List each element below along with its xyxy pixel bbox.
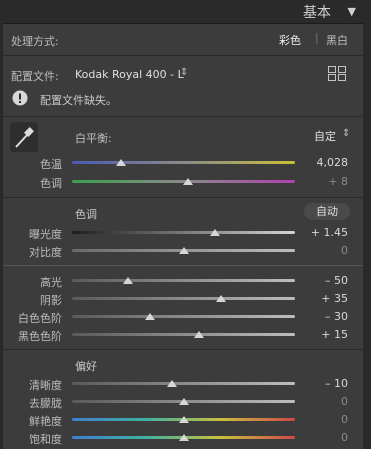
divider [3, 197, 363, 198]
shadows-slider-track[interactable] [72, 297, 295, 300]
slider-label: 去朦胧 [29, 397, 62, 410]
exclamation-circle-icon [12, 90, 28, 106]
exposure-slider-thumb[interactable] [209, 229, 220, 236]
treatment-divider: | [315, 31, 319, 44]
blacks-slider-thumb[interactable] [194, 331, 205, 338]
slider-label: 色温 [40, 158, 62, 171]
dehaze-value[interactable]: 0 [308, 395, 348, 408]
highlights-slider-thumb[interactable] [122, 277, 133, 284]
slider-label: 高光 [40, 276, 62, 289]
panel-title: 基本 [303, 5, 331, 21]
whites-slider-track[interactable] [72, 315, 295, 318]
left-edge [0, 23, 3, 449]
dehaze-slider-thumb[interactable] [178, 398, 189, 405]
profile-label: 配置文件: [11, 70, 59, 83]
up-down-arrows-icon[interactable]: ⇕ [180, 67, 188, 78]
eyedropper-icon [15, 127, 34, 148]
exposure-slider-track[interactable] [72, 231, 295, 234]
clarity-slider-track[interactable] [72, 382, 295, 385]
whites-value[interactable]: – 30 [308, 310, 348, 323]
triangle-down-icon[interactable]: ▼ [348, 5, 356, 18]
divider [3, 55, 363, 56]
slider-label: 对比度 [29, 246, 62, 259]
clarity-slider-thumb[interactable] [167, 380, 178, 387]
treatment-color-button[interactable]: 彩色 [279, 32, 301, 48]
treatment-bw-button[interactable]: 黑白 [326, 32, 348, 48]
tint-slider-thumb[interactable] [182, 178, 193, 185]
slider-label: 阴影 [40, 294, 62, 307]
profile-dropdown[interactable]: Kodak Royal 400 - L [75, 68, 184, 81]
vibrance-slider-thumb[interactable] [178, 416, 189, 423]
presence-section-title: 偏好 [75, 360, 97, 373]
profile-warning: 配置文件缺失。 [40, 94, 117, 107]
divider [3, 349, 363, 350]
right-edge [363, 23, 371, 449]
slider-label: 鲜艳度 [29, 415, 62, 428]
grid-icon[interactable] [328, 66, 346, 81]
wb-label: 白平衡: [75, 132, 112, 145]
tint-value[interactable]: + 8 [308, 175, 348, 188]
tone-section-title: 色调 [75, 208, 97, 221]
slider-label: 白色色阶 [18, 312, 62, 325]
slider-label: 色调 [40, 177, 62, 190]
contrast-value[interactable]: 0 [308, 244, 348, 257]
saturation-slider-thumb[interactable] [178, 434, 189, 441]
exposure-value[interactable]: + 1.45 [308, 226, 348, 239]
panel-header[interactable]: 基本 ▼ [0, 0, 371, 24]
contrast-slider-thumb[interactable] [178, 247, 189, 254]
temp-slider-track[interactable] [72, 161, 295, 164]
shadows-slider-thumb[interactable] [216, 295, 227, 302]
saturation-value[interactable]: 0 [308, 431, 348, 444]
wb-dropdown[interactable]: 自定 [314, 128, 336, 144]
eyedropper-button[interactable] [10, 122, 38, 152]
slider-label: 曝光度 [29, 228, 62, 241]
slider-label: 黑色色阶 [18, 330, 62, 343]
slider-label: 清晰度 [29, 379, 62, 392]
blacks-slider-track[interactable] [72, 333, 295, 336]
whites-slider-thumb[interactable] [145, 313, 156, 320]
blacks-value[interactable]: + 15 [308, 328, 348, 341]
temp-value[interactable]: 4,028 [308, 156, 349, 169]
basic-panel: 基本 ▼ 处理方式: 彩色 | 黑白 配置文件: Kodak Royal 400… [0, 0, 371, 449]
temp-slider-thumb[interactable] [116, 159, 127, 166]
highlights-value[interactable]: – 50 [308, 274, 348, 287]
slider-label: 饱和度 [29, 433, 62, 446]
divider [3, 116, 363, 117]
clarity-value[interactable]: – 10 [308, 377, 348, 390]
divider [3, 265, 363, 266]
shadows-value[interactable]: + 35 [308, 292, 348, 305]
auto-button[interactable]: 自动 [304, 203, 350, 220]
vibrance-value[interactable]: 0 [308, 413, 348, 426]
treatment-label: 处理方式: [11, 35, 59, 48]
highlights-slider-track[interactable] [72, 279, 295, 282]
up-down-arrows-icon[interactable]: ⇕ [342, 128, 350, 139]
